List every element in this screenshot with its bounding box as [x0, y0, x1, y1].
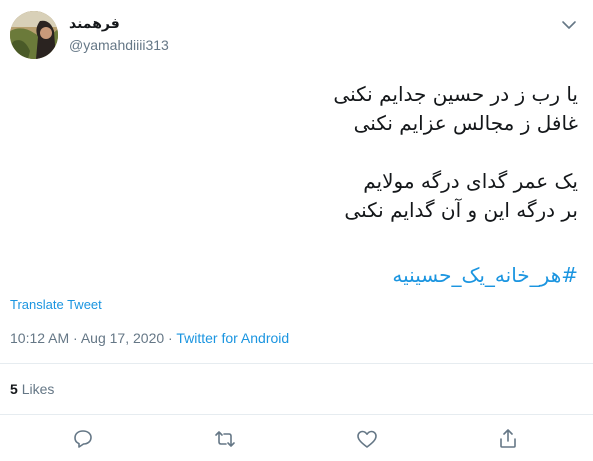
divider — [0, 363, 593, 364]
tweet-date[interactable]: Aug 17, 2020 — [81, 330, 164, 346]
likes-label: Likes — [21, 381, 55, 397]
divider — [0, 414, 593, 415]
meta-separator: · — [73, 330, 78, 346]
retweet-icon[interactable] — [213, 427, 237, 451]
tweet-time[interactable]: 10:12 AM — [10, 330, 69, 346]
hashtag-link[interactable]: #هر_خانه_یک_حسینیه — [392, 263, 578, 287]
chevron-down-icon[interactable] — [558, 14, 580, 36]
likes-count-link[interactable]: 5 Likes — [10, 381, 54, 397]
meta-separator: · — [168, 330, 173, 346]
reply-icon[interactable] — [71, 427, 95, 451]
tweet-source-link[interactable]: Twitter for Android — [176, 330, 289, 346]
tweet-metadata: 10:12 AM · Aug 17, 2020 · Twitter for An… — [10, 330, 289, 346]
user-handle[interactable]: @yamahdiiii313 — [69, 37, 169, 53]
display-name[interactable]: فرهمند — [69, 16, 120, 32]
share-icon[interactable] — [496, 427, 520, 451]
translate-tweet-link[interactable]: Translate Tweet — [10, 297, 102, 312]
tweet-text: یا رب ز در حسین جدایم نکنی غافل ز مجالس … — [333, 82, 578, 222]
heart-icon[interactable] — [355, 427, 379, 451]
likes-count: 5 — [10, 381, 18, 397]
avatar[interactable] — [10, 11, 58, 59]
